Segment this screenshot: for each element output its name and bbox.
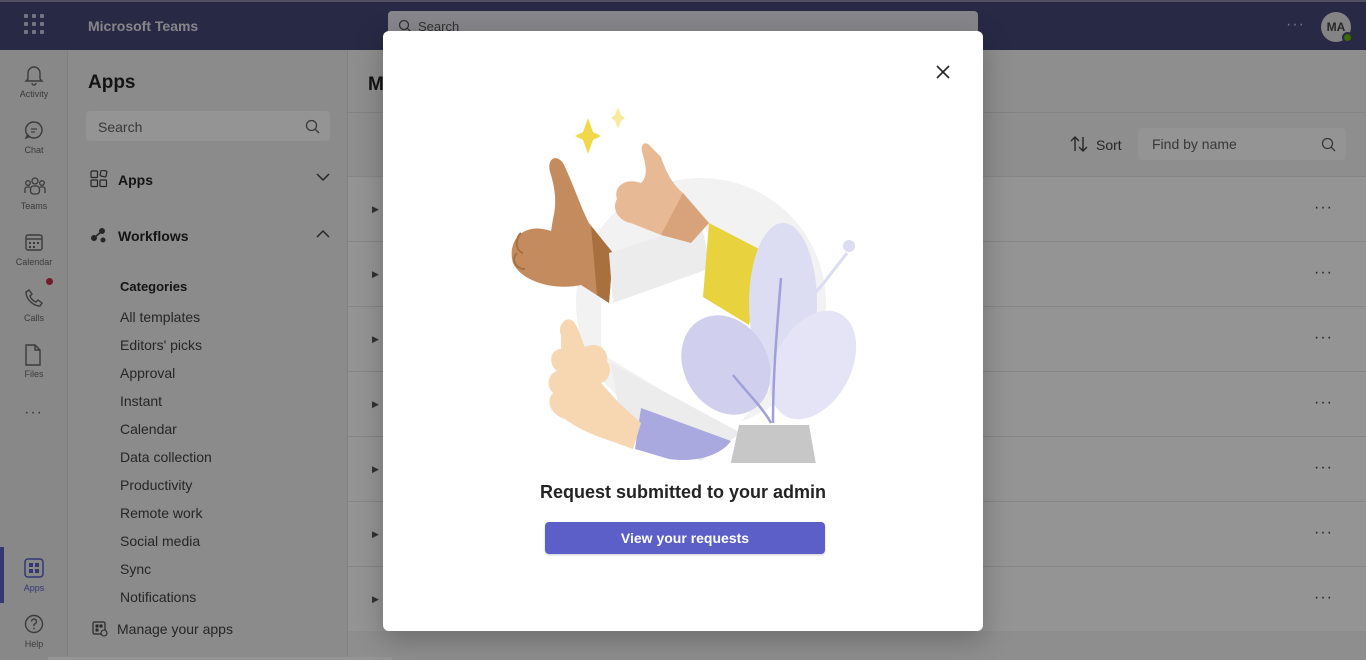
- thumbs-up-illustration: [511, 107, 857, 463]
- dialog-title: Request submitted to your admin: [539, 482, 827, 502]
- request-submitted-dialog: Request submitted to your admin View you…: [383, 31, 983, 631]
- close-icon[interactable]: [932, 61, 954, 83]
- view-your-requests-button[interactable]: View your requests: [545, 522, 825, 554]
